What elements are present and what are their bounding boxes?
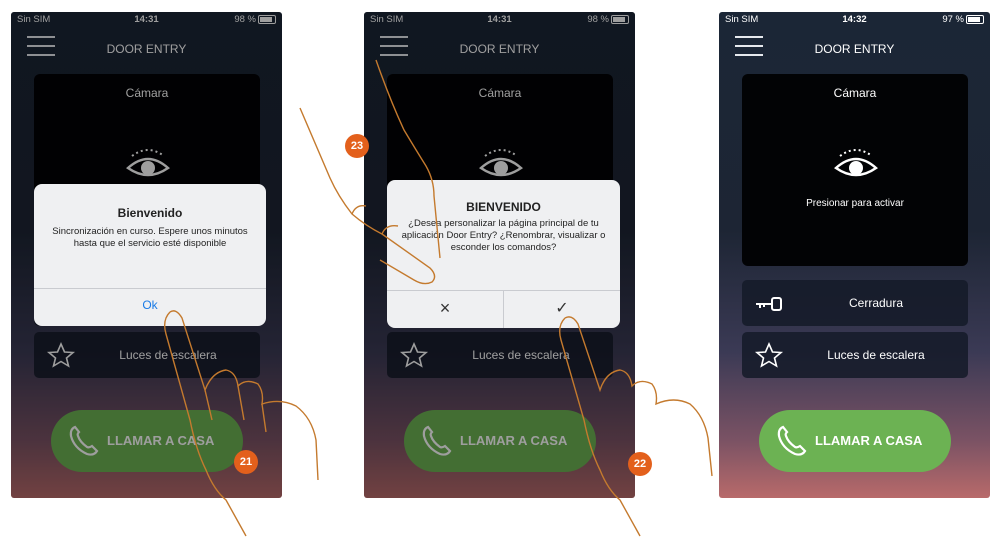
pointing-hand-3 — [299, 59, 441, 285]
callout-22: 22 — [628, 452, 652, 476]
callout-21: 21 — [234, 450, 258, 474]
callout-23: 23 — [345, 134, 369, 158]
pointing-hand-2 — [558, 316, 713, 537]
pointing-hands — [163, 59, 713, 537]
pointing-hand-1 — [163, 310, 319, 537]
